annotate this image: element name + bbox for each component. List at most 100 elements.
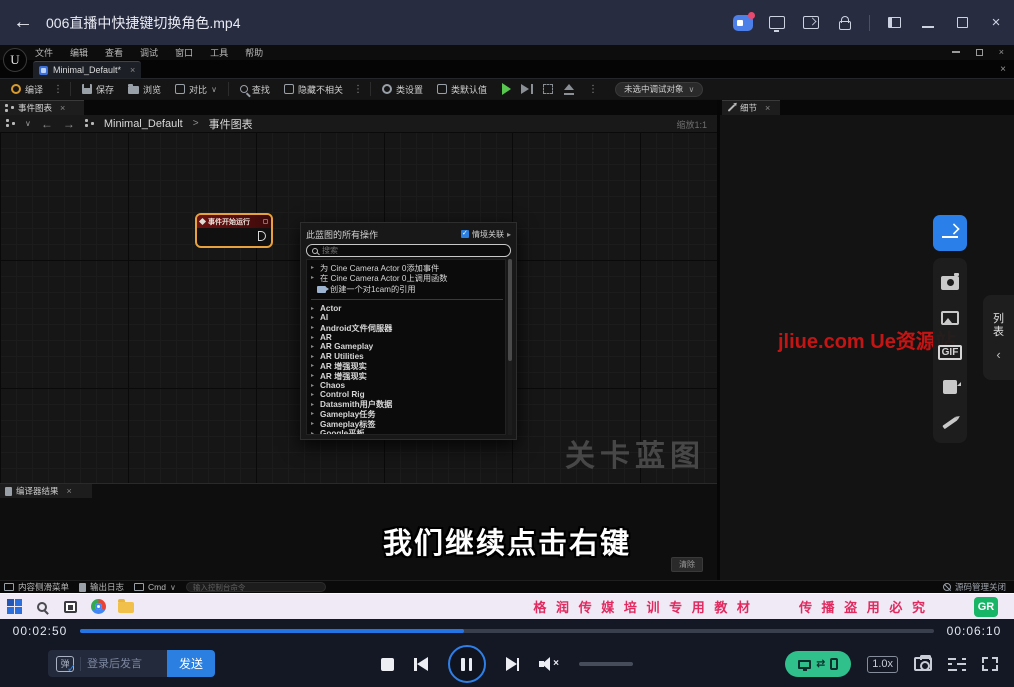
volume-slider[interactable] bbox=[579, 662, 633, 666]
source-control-status[interactable]: 源码管理关闭 bbox=[943, 581, 1010, 593]
next-button[interactable] bbox=[506, 657, 520, 671]
screen-projection-icon[interactable] bbox=[801, 13, 821, 33]
task-view-icon[interactable] bbox=[56, 594, 84, 620]
hide-unrelated-options-icon[interactable]: ⋮ bbox=[350, 84, 366, 95]
action-call-function[interactable]: ▸在 Cine Camera Actor 0上调用函数 bbox=[311, 273, 505, 283]
category-google-pad[interactable]: ▸Google平板 bbox=[311, 428, 505, 435]
expander-icon[interactable]: ▸ bbox=[311, 274, 316, 281]
ue-close-icon[interactable]: × bbox=[999, 47, 1004, 57]
menu-edit[interactable]: 编辑 bbox=[70, 46, 88, 59]
frame-skip-button[interactable] bbox=[521, 84, 533, 94]
gif-record-icon[interactable]: GIF bbox=[938, 345, 963, 360]
menu-window[interactable]: 窗口 bbox=[175, 46, 193, 59]
category-ar-augmented-2[interactable]: ▸AR 增强现实 bbox=[311, 371, 505, 381]
output-log-button[interactable]: 输出日志 bbox=[79, 581, 124, 593]
hide-unrelated-button[interactable]: 隐藏不相关 bbox=[277, 79, 350, 100]
nav-back-icon[interactable]: ← bbox=[41, 117, 53, 131]
send-button[interactable]: 发送 bbox=[167, 650, 215, 677]
dock-window-icon[interactable] bbox=[884, 13, 904, 33]
maximize-icon[interactable] bbox=[952, 13, 972, 33]
image-capture-icon[interactable] bbox=[941, 311, 959, 325]
lock-icon[interactable] bbox=[835, 13, 855, 33]
menu-help[interactable]: 帮助 bbox=[245, 46, 263, 59]
context-sensitive-toggle[interactable]: ✓ 情境关联 ▸ bbox=[461, 229, 511, 240]
context-list-scrollbar[interactable] bbox=[508, 259, 512, 435]
pause-button[interactable] bbox=[448, 645, 486, 683]
tv-cast-icon[interactable] bbox=[767, 13, 787, 33]
scrollbar-thumb[interactable] bbox=[508, 259, 512, 361]
tab-close-icon[interactable]: × bbox=[130, 65, 135, 75]
exec-pin[interactable] bbox=[258, 231, 266, 241]
minimize-icon[interactable] bbox=[918, 13, 938, 33]
category-chaos[interactable]: ▸Chaos bbox=[311, 380, 505, 390]
stop-button[interactable] bbox=[381, 658, 394, 671]
graph-tab-close-icon[interactable]: × bbox=[60, 103, 65, 113]
file-explorer-icon[interactable] bbox=[112, 594, 140, 620]
compiler-tab-close-icon[interactable]: × bbox=[67, 486, 72, 496]
previous-button[interactable] bbox=[414, 657, 428, 671]
class-defaults-button[interactable]: 类默认值 bbox=[430, 79, 494, 100]
danmaku-input-box[interactable]: 弹✓ bbox=[48, 650, 167, 677]
category-android-file-server[interactable]: ▸Android文件伺服器 bbox=[311, 323, 505, 333]
simulate-button[interactable] bbox=[543, 84, 553, 94]
danmaku-toggle-icon[interactable]: 弹✓ bbox=[56, 656, 74, 672]
compiler-results-tab[interactable]: 编译器结果 × bbox=[0, 484, 92, 498]
fullscreen-icon[interactable] bbox=[982, 657, 998, 671]
context-search-input[interactable] bbox=[322, 246, 505, 255]
menu-view[interactable]: 查看 bbox=[105, 46, 123, 59]
breadcrumb-current[interactable]: 事件图表 bbox=[209, 116, 253, 132]
device-cast-toggle[interactable]: ⇄ bbox=[785, 651, 851, 677]
launch-button[interactable] bbox=[563, 84, 575, 95]
menu-debug[interactable]: 调试 bbox=[140, 46, 158, 59]
content-drawer-button[interactable]: 内容侧滑菜单 bbox=[4, 581, 69, 593]
progress-bar[interactable] bbox=[80, 629, 934, 633]
play-button[interactable] bbox=[502, 83, 511, 95]
breadcrumb-root[interactable]: Minimal_Default bbox=[104, 118, 183, 130]
game-controller-icon[interactable] bbox=[733, 13, 753, 33]
menu-file[interactable]: 文件 bbox=[35, 46, 53, 59]
share-button[interactable] bbox=[933, 215, 967, 251]
debug-object-dropdown[interactable]: 未选中调试对象 ∨ bbox=[615, 82, 703, 97]
unreal-logo[interactable]: U bbox=[3, 48, 27, 72]
category-ar-gameplay[interactable]: ▸AR Gameplay bbox=[311, 342, 505, 352]
playback-speed-button[interactable]: 1.0x bbox=[867, 656, 898, 673]
screenshot-camera-icon[interactable] bbox=[941, 276, 959, 290]
ue-restore-icon[interactable] bbox=[976, 49, 983, 56]
cmd-dropdown[interactable]: Cmd∨ bbox=[134, 582, 176, 592]
chrome-icon[interactable] bbox=[84, 594, 112, 620]
danmaku-input[interactable] bbox=[87, 658, 159, 670]
details-tab-close-icon[interactable]: × bbox=[765, 103, 770, 113]
browse-button[interactable]: 浏览 bbox=[121, 79, 168, 100]
menu-tools[interactable]: 工具 bbox=[210, 46, 228, 59]
settings-equalizer-icon[interactable] bbox=[948, 657, 966, 671]
snapshot-icon[interactable] bbox=[914, 657, 932, 671]
play-options-icon[interactable]: ⋮ bbox=[585, 84, 601, 95]
category-actor[interactable]: ▸Actor bbox=[311, 304, 505, 314]
find-button[interactable]: 查找 bbox=[233, 79, 277, 100]
context-search-box[interactable] bbox=[306, 244, 511, 257]
compile-options-icon[interactable]: ⋮ bbox=[50, 84, 66, 95]
graph-view-icon[interactable] bbox=[6, 119, 15, 128]
taskbar-search-icon[interactable] bbox=[28, 594, 56, 620]
start-button-icon[interactable] bbox=[0, 594, 28, 620]
console-command-input[interactable] bbox=[186, 582, 326, 592]
diff-button[interactable]: 对比∨ bbox=[168, 79, 224, 100]
compile-button[interactable]: 编译 bbox=[4, 79, 50, 100]
event-graph-tab[interactable]: 事件图表 × bbox=[0, 100, 84, 115]
category-ar[interactable]: ▸AR bbox=[311, 332, 505, 342]
save-button[interactable]: 保存 bbox=[75, 79, 121, 100]
event-beginplay-node[interactable]: 事件开始运行 bbox=[195, 213, 273, 248]
mute-button[interactable]: × bbox=[539, 656, 559, 672]
asset-tab-minimal-default[interactable]: Minimal_Default* × bbox=[33, 61, 141, 78]
back-icon[interactable]: ← bbox=[0, 11, 46, 34]
graph-view-caret-icon[interactable]: ∨ bbox=[25, 119, 31, 128]
checkbox-checked-icon[interactable]: ✓ bbox=[461, 230, 469, 238]
action-create-reference[interactable]: 创建一个对1cam的引用 bbox=[311, 283, 505, 296]
ue-minimize-icon[interactable] bbox=[952, 51, 960, 53]
panel-close-icon[interactable]: × bbox=[1000, 64, 1006, 75]
close-icon[interactable]: × bbox=[986, 13, 1006, 33]
class-settings-button[interactable]: 类设置 bbox=[375, 79, 430, 100]
expander-icon[interactable]: ▸ bbox=[311, 264, 316, 271]
details-tab[interactable]: 细节 × bbox=[722, 100, 780, 115]
nav-forward-icon[interactable]: → bbox=[63, 117, 75, 131]
